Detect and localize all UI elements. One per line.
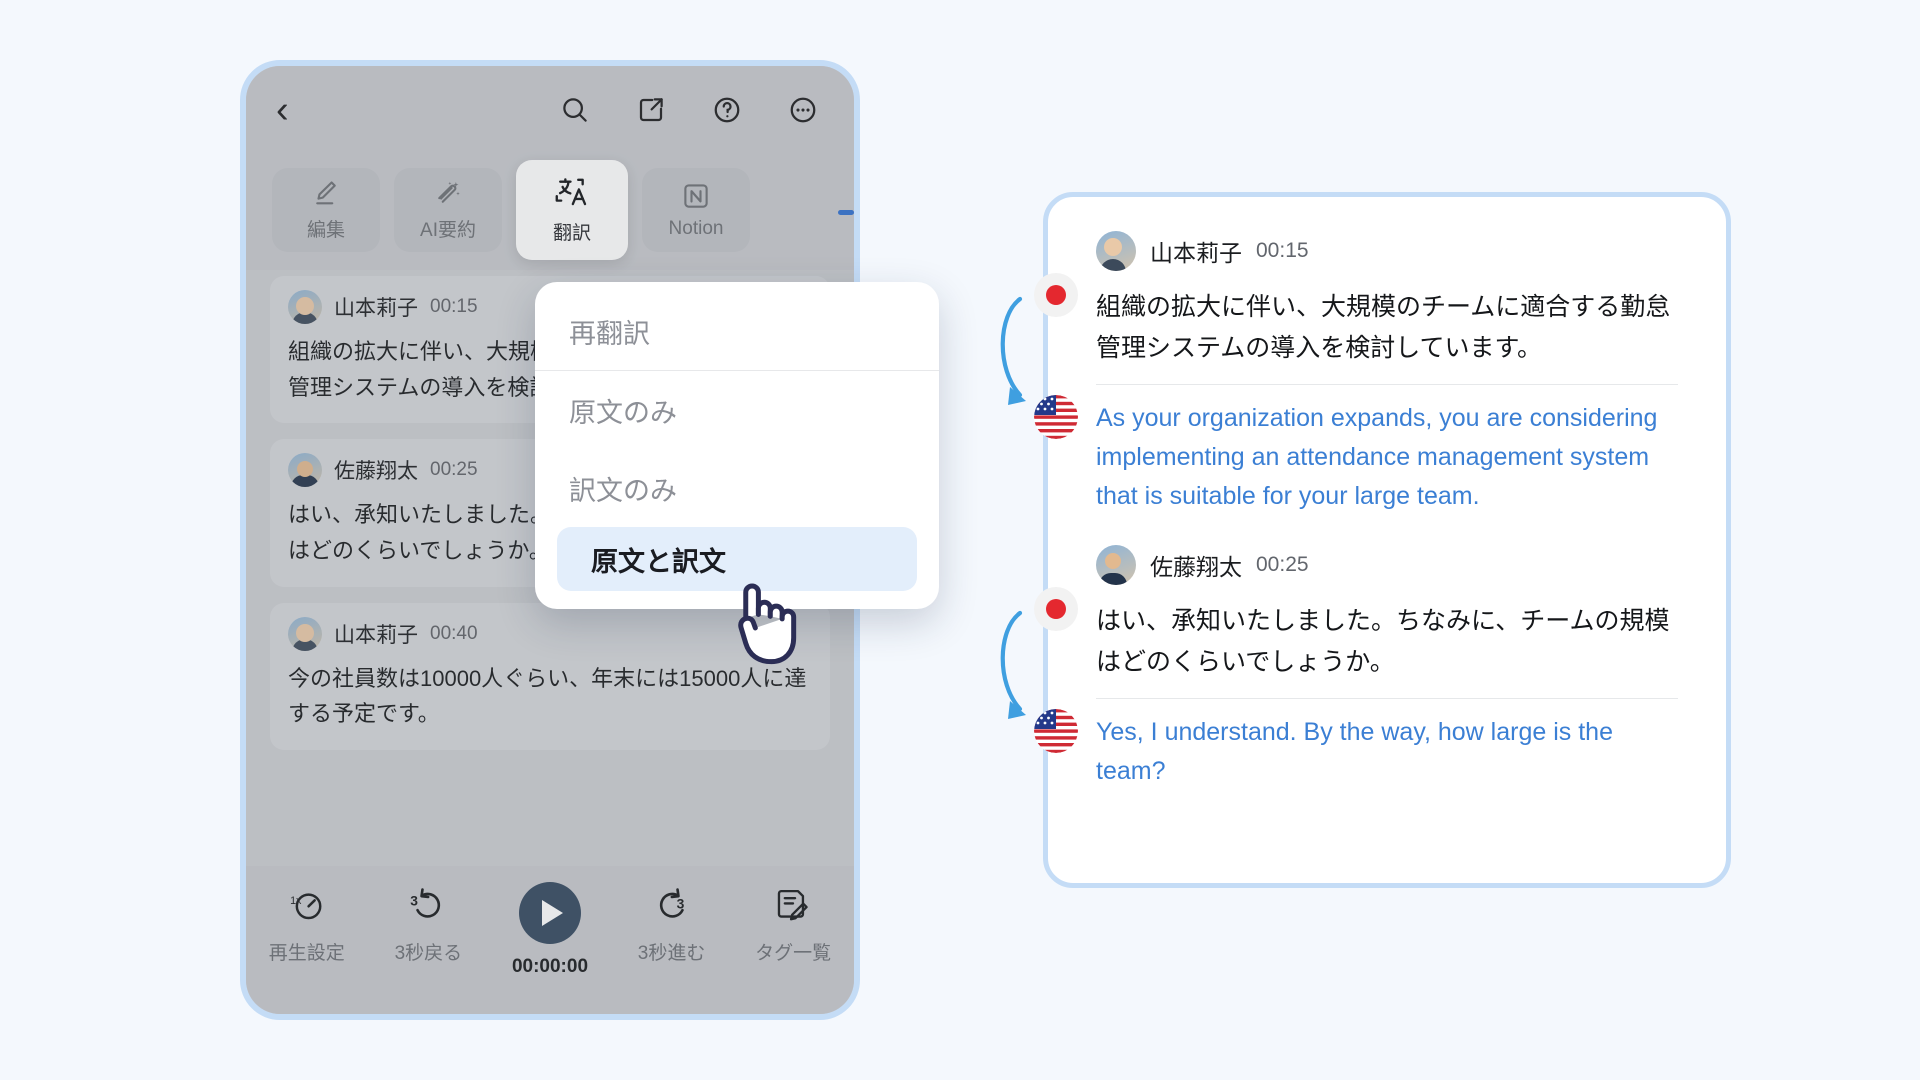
menu-item-source-only[interactable]: 原文のみ	[535, 371, 939, 449]
tab-label: Notion	[668, 217, 724, 239]
translated-text: As your organization expands, you are co…	[1096, 404, 1658, 510]
share-export-icon[interactable]	[636, 95, 666, 125]
translated-text: Yes, I understand. By the way, how large…	[1096, 718, 1613, 785]
result-block: 佐藤翔太 00:25 はい、承知いたしました。ちなみに、チームの規模はどのくらい…	[1000, 545, 1678, 791]
playback-speed-1x-icon: 1x	[287, 882, 327, 926]
tab-label: 編集	[306, 220, 345, 241]
question-circle-icon[interactable]	[712, 95, 742, 125]
result-block-header: 山本莉子 00:15	[1096, 231, 1678, 271]
svg-text:1x: 1x	[290, 895, 302, 907]
chevron-left-icon[interactable]: ‹	[276, 91, 289, 129]
current-time-label: 00:00:00	[511, 956, 589, 977]
speaker-name: 山本莉子	[334, 623, 418, 647]
source-text: はい、承知いたしました。ちなみに、チームの規模はどのくらいでしょうか。	[1096, 607, 1670, 676]
avatar	[1096, 231, 1136, 271]
translate-mode-dropdown: 再翻訳 原文のみ 訳文のみ 原文と訳文	[535, 282, 939, 609]
translation-result-card: 山本莉子 00:15 組織の拡大に伴い、大規模のチームに適合する勤怠管理システム…	[1000, 192, 1731, 888]
svg-text:3: 3	[676, 896, 684, 912]
result-block: 山本莉子 00:15 組織の拡大に伴い、大規模のチームに適合する勤怠管理システム…	[1000, 231, 1678, 515]
speaker-name: 山本莉子	[334, 297, 418, 320]
tab-edit[interactable]: 編集	[272, 168, 380, 252]
play-button[interactable]: 00:00:00	[498, 882, 602, 978]
speaker-name: 佐藤翔太	[1150, 554, 1242, 581]
speaker-name: 佐藤翔太	[334, 460, 418, 484]
translate-icon	[554, 175, 590, 211]
avatar	[1096, 545, 1136, 586]
search-icon[interactable]	[560, 95, 590, 125]
rewind-3s-label: 3秒戻る	[394, 943, 463, 964]
tab-notion[interactable]: Notion	[642, 168, 750, 252]
avatar	[288, 453, 322, 488]
tab-translate[interactable]: 翻訳	[516, 160, 628, 260]
flag-japan	[1034, 273, 1078, 317]
rewind-3s-button[interactable]: 3 3秒戻る	[376, 882, 480, 965]
result-block-header: 佐藤翔太 00:25	[1096, 545, 1678, 586]
speaker-name: 山本莉子	[1150, 240, 1242, 266]
language-flow-indicator	[990, 587, 1080, 772]
avatar	[288, 290, 322, 324]
audio-player-bar: 1x 再生設定 3 3秒戻る 00:00:00 3 3秒進む タグ一覧	[246, 866, 854, 1014]
notion-icon	[681, 181, 711, 211]
text-divider	[1096, 384, 1678, 385]
app-top-bar: ‹	[246, 66, 854, 154]
flag-japan	[1034, 587, 1078, 632]
top-bar-actions	[560, 95, 824, 125]
flag-usa	[1034, 395, 1078, 439]
play-button-icon	[518, 882, 581, 944]
tab-ai-summary[interactable]: AI要約	[394, 168, 502, 252]
scroll-indicator[interactable]	[838, 210, 854, 215]
forward-3s-label: 3秒進む	[637, 943, 706, 964]
timestamp: 00:15	[1256, 239, 1309, 262]
text-divider	[1096, 698, 1678, 700]
hand-pointer-icon	[720, 576, 806, 673]
menu-item-retranslate[interactable]: 再翻訳	[535, 292, 939, 370]
tag-list-label: タグ一覧	[755, 943, 832, 964]
flag-usa	[1034, 709, 1078, 754]
language-flow-indicator	[990, 273, 1080, 458]
svg-text:3: 3	[411, 893, 419, 909]
forward-3s-button[interactable]: 3 3秒進む	[620, 882, 724, 965]
tag-list-icon	[774, 882, 812, 926]
forward-3-icon: 3	[652, 882, 692, 926]
tab-label: 翻訳	[552, 223, 591, 244]
playback-settings-button[interactable]: 1x 再生設定	[255, 882, 359, 965]
tag-list-button[interactable]: タグ一覧	[741, 882, 845, 965]
tab-label: AI要約	[420, 220, 476, 241]
timestamp: 00:25	[1256, 553, 1309, 577]
pencil-icon	[311, 178, 341, 208]
timestamp: 00:25	[430, 459, 478, 481]
timestamp: 00:15	[430, 296, 478, 317]
source-text: 組織の拡大に伴い、大規模のチームに適合する勤怠管理システムの導入を検討しています…	[1096, 293, 1671, 362]
menu-item-translation-only[interactable]: 訳文のみ	[535, 449, 939, 527]
ai-sparkle-icon	[433, 178, 463, 208]
playback-settings-label: 再生設定	[268, 943, 345, 964]
more-horizontal-icon[interactable]	[788, 95, 818, 125]
screenshot-root: ‹ 編集 AI要約 翻訳 Notion 山本莉子 00:15 組織の拡大に伴い、…	[0, 0, 1920, 1080]
rewind-3-icon: 3	[408, 882, 448, 926]
avatar	[288, 616, 322, 651]
feature-tab-strip: 編集 AI要約 翻訳 Notion	[246, 154, 854, 270]
timestamp: 00:40	[430, 622, 478, 644]
